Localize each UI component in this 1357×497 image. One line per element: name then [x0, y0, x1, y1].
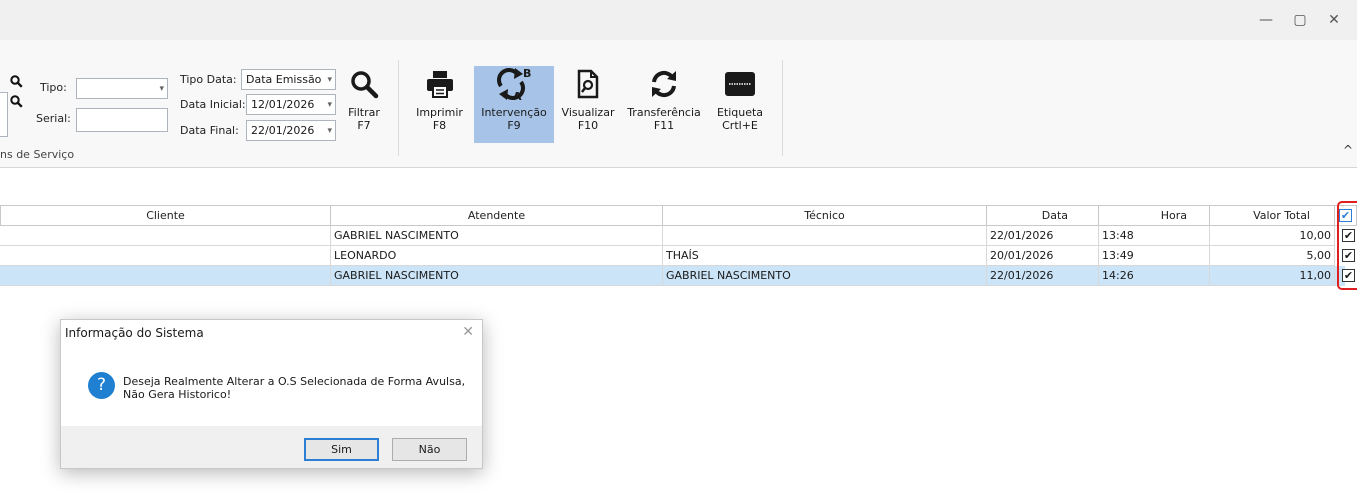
search-icon [351, 71, 379, 99]
dialog-close-button[interactable]: ✕ [462, 324, 474, 340]
tipo-label: Tipo: [40, 81, 67, 94]
intervencao-label: Intervenção [481, 106, 547, 119]
row-checkbox[interactable]: ✔ [1342, 249, 1355, 262]
etiqueta-label: Etiqueta [716, 106, 764, 119]
cell-valor-total: 5,00 [1210, 246, 1335, 266]
chevron-down-icon: ▾ [327, 100, 332, 110]
cell-hora: 14:26 [1099, 266, 1210, 286]
chevron-down-icon: ▾ [327, 75, 332, 85]
tipo-data-label: Tipo Data: [180, 73, 237, 86]
etiqueta-button[interactable]: Etiqueta Crtl+E [712, 66, 768, 143]
tipo-data-value: Data Emissão [246, 73, 322, 86]
collapse-ribbon-button[interactable]: ^ [1343, 143, 1353, 157]
cell-hora: 13:48 [1099, 226, 1210, 246]
cell-atendente: GABRIEL NASCIMENTO [331, 226, 663, 246]
nao-button[interactable]: Não [392, 438, 467, 461]
header-atendente[interactable]: Atendente [331, 205, 663, 226]
header-hora[interactable]: Hora [1099, 205, 1210, 226]
printer-icon [426, 71, 453, 98]
cell-cliente [0, 266, 331, 286]
tipo-combo[interactable]: ▾ [76, 78, 168, 99]
cell-atendente: LEONARDO [331, 246, 663, 266]
table-row-selected[interactable]: GABRIEL NASCIMENTO GABRIEL NASCIMENTO 22… [0, 266, 1345, 286]
toolbar-separator [398, 60, 399, 156]
system-info-dialog: Informação do Sistema ✕ ? Deseja Realmen… [60, 319, 483, 469]
data-inicial-label: Data Inicial: [180, 98, 246, 111]
search-icon [10, 95, 23, 108]
filtrar-button[interactable]: Filtrar F7 [340, 66, 388, 143]
barcode-label-icon [725, 72, 755, 96]
header-cliente[interactable]: Cliente [0, 205, 331, 226]
question-icon: ? [88, 372, 115, 399]
header-valor-total[interactable]: Valor Total [1210, 205, 1335, 226]
transferencia-shortcut: F11 [653, 119, 675, 132]
intervencao-button[interactable]: BA Intervenção F9 [474, 66, 554, 143]
visualizar-button[interactable]: Visualizar F10 [558, 66, 618, 143]
intervencao-shortcut: F9 [507, 119, 521, 132]
ribbon-toolbar: Tipo: ▾ Serial: Tipo Data: Data Emissão … [0, 40, 1357, 168]
data-final-input[interactable]: 22/01/2026 ▾ [246, 120, 336, 141]
ribbon-group-label: ns de Serviço [0, 148, 75, 161]
visualizar-label: Visualizar [561, 106, 615, 119]
header-data[interactable]: Data [987, 205, 1099, 226]
dialog-message: Deseja Realmente Alterar a O.S Seleciona… [123, 375, 465, 401]
intervention-icon: BA [497, 67, 531, 102]
window-titlebar: — ▢ ✕ [0, 0, 1357, 40]
sim-button[interactable]: Sim [304, 438, 379, 461]
serial-input[interactable] [76, 108, 168, 132]
data-inicial-value: 12/01/2026 [251, 98, 315, 111]
row-checkbox[interactable]: ✔ [1342, 269, 1355, 282]
toolbar-separator [782, 60, 783, 156]
cell-hora: 13:49 [1099, 246, 1210, 266]
dialog-footer: Sim Não [61, 426, 482, 468]
table-row[interactable]: LEONARDO THAÍS 20/01/2026 13:49 5,00 [0, 246, 1345, 266]
cell-cliente [0, 226, 331, 246]
imprimir-button[interactable]: Imprimir F8 [412, 66, 467, 143]
cell-cliente [0, 246, 331, 266]
close-button[interactable]: ✕ [1311, 0, 1357, 40]
etiqueta-shortcut: Crtl+E [722, 119, 758, 132]
transferencia-label: Transferência [627, 106, 701, 119]
data-final-label: Data Final: [180, 124, 239, 137]
dialog-message-line2: Não Gera Historico! [123, 388, 232, 401]
tipo-data-combo[interactable]: Data Emissão ▾ [241, 69, 336, 90]
document-search-icon [577, 69, 599, 99]
cell-valor-total: 11,00 [1210, 266, 1335, 286]
imprimir-label: Imprimir [416, 106, 463, 119]
transferencia-button[interactable]: Transferência F11 [624, 66, 704, 143]
cell-data: 22/01/2026 [987, 266, 1099, 286]
filtrar-shortcut: F7 [357, 119, 371, 132]
cell-valor-total: 10,00 [1210, 226, 1335, 246]
cell-tecnico: GABRIEL NASCIMENTO [663, 266, 987, 286]
partial-field [0, 92, 8, 137]
search-icon [10, 75, 23, 88]
data-inicial-input[interactable]: 12/01/2026 ▾ [246, 94, 336, 115]
svg-text:B: B [523, 67, 531, 80]
search-serial-button[interactable] [9, 93, 24, 110]
filtrar-label: Filtrar [348, 106, 380, 119]
dialog-body: ? Deseja Realmente Alterar a O.S Selecio… [61, 346, 482, 426]
cell-atendente: GABRIEL NASCIMENTO [331, 266, 663, 286]
cell-data: 22/01/2026 [987, 226, 1099, 246]
chevron-down-icon: ▾ [327, 126, 332, 136]
imprimir-shortcut: F8 [432, 119, 447, 132]
data-final-value: 22/01/2026 [251, 124, 315, 137]
cell-data: 20/01/2026 [987, 246, 1099, 266]
table-row[interactable]: GABRIEL NASCIMENTO 22/01/2026 13:48 10,0… [0, 226, 1345, 246]
chevron-down-icon: ▾ [159, 84, 164, 94]
refresh-icon [652, 70, 676, 98]
visualizar-shortcut: F10 [577, 119, 599, 132]
dialog-title: Informação do Sistema [65, 326, 204, 340]
cell-tecnico [663, 226, 987, 246]
serial-label: Serial: [36, 112, 71, 125]
svg-text:A: A [513, 90, 522, 102]
search-tipo-button[interactable] [9, 73, 24, 90]
cell-tecnico: THAÍS [663, 246, 987, 266]
header-tecnico[interactable]: Técnico [663, 205, 987, 226]
row-checkbox[interactable]: ✔ [1342, 229, 1355, 242]
dialog-message-line1: Deseja Realmente Alterar a O.S Seleciona… [123, 375, 466, 388]
